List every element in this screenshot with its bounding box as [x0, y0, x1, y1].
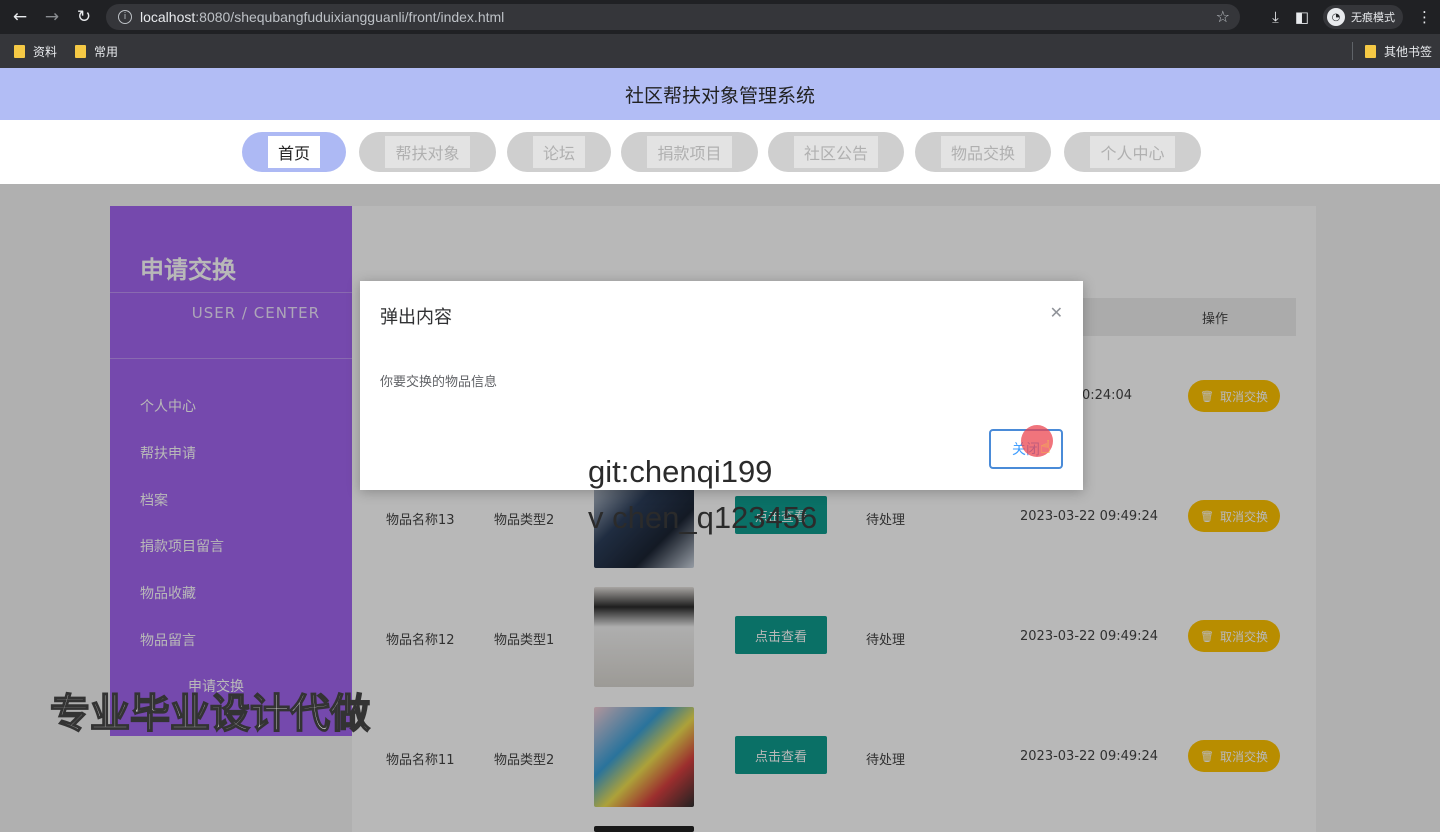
other-bookmarks[interactable]: 其他书签 [1364, 43, 1432, 60]
nav-help-targets[interactable]: 帮扶对象 [359, 132, 496, 172]
nav-notice[interactable]: 社区公告 [768, 132, 904, 172]
bookmark-separator [1351, 42, 1353, 60]
bookmark-folder[interactable]: 常用 [75, 43, 118, 60]
bookmark-folder[interactable]: 资料 [14, 43, 57, 60]
folder-icon [14, 44, 25, 58]
dialog-body: 你要交换的物品信息 [380, 375, 498, 390]
folder-icon [1364, 44, 1376, 58]
nav-donation[interactable]: 捐款项目 [621, 132, 758, 172]
url-text[interactable]: localhost:8080/shequbangfuduixiangguanli… [140, 9, 504, 25]
menu-icon[interactable]: ⋮ [1417, 8, 1432, 26]
forward-icon[interactable]: → [40, 5, 64, 29]
site-header: 社区帮扶对象管理系统 [0, 68, 1440, 120]
download-icon[interactable]: ⤓ [1272, 8, 1279, 26]
back-icon[interactable]: ← [8, 5, 32, 29]
nav-user-center[interactable]: 个人中心 [1064, 132, 1201, 172]
folder-icon [75, 44, 87, 58]
site-nav: 首页 帮扶对象 论坛 捐款项目 社区公告 物品交换 个人中心 [0, 120, 1440, 184]
info-icon[interactable]: i [118, 10, 132, 24]
bookmarks-bar: 资料 常用 其他书签 [0, 34, 1440, 68]
nav-exchange[interactable]: 物品交换 [915, 132, 1051, 172]
incognito-icon: ◔ [1327, 8, 1345, 26]
watermark-promo: 专业毕业设计代做 [49, 690, 371, 738]
watermark-git: git:chenqi199 [588, 454, 773, 489]
site-title: 社区帮扶对象管理系统 [624, 84, 815, 107]
address-bar[interactable]: i localhost:8080/shequbangfuduixiangguan… [106, 4, 1240, 30]
watermark-contact: v chen_q123456 [588, 500, 818, 535]
close-icon[interactable]: ✕ [1050, 303, 1063, 322]
dialog-title: 弹出内容 [380, 307, 452, 328]
browser-toolbar: ← → ↻ i localhost:8080/shequbangfuduixia… [0, 0, 1440, 34]
reload-icon[interactable]: ↻ [72, 5, 96, 29]
nav-home[interactable]: 首页 [242, 132, 346, 172]
side-panel-icon[interactable]: ◧ [1295, 8, 1309, 26]
hand-cursor-icon: ☝ [1040, 437, 1051, 458]
bookmark-star-icon[interactable]: ☆ [1216, 7, 1230, 26]
incognito-badge[interactable]: ◔ 无痕模式 [1323, 5, 1403, 29]
nav-forum[interactable]: 论坛 [507, 132, 611, 172]
incognito-label: 无痕模式 [1351, 11, 1395, 24]
